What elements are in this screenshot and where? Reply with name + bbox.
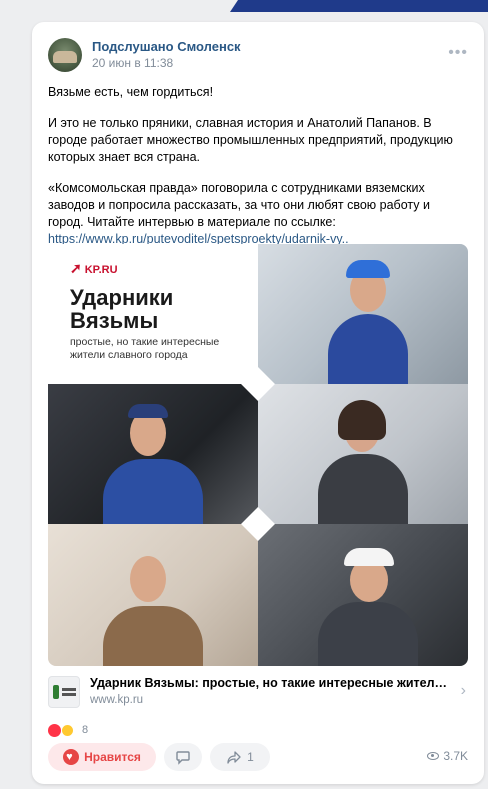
like-heart-icon <box>63 749 80 765</box>
snippet-domain: www.kp.ru <box>90 694 144 706</box>
post-card: Подслушано Смоленск 20 июн в 11:38 ••• В… <box>32 22 484 784</box>
group-name-link[interactable]: Подслушано Смоленск <box>92 39 241 54</box>
snippet-thumbnail <box>48 676 80 708</box>
group-avatar[interactable] <box>48 38 82 72</box>
poster-title-tile: ➚ KP.RU Ударники Вязьмы простые, но такие… <box>48 244 258 384</box>
chevron-right-icon[interactable]: › <box>461 682 466 700</box>
post-paragraph: И это не только пряники, славная история… <box>48 116 453 164</box>
share-icon <box>227 751 241 764</box>
like-button[interactable]: Нравится <box>48 743 156 771</box>
photo-worker-1 <box>258 244 468 384</box>
post-image[interactable]: ➚ KP.RU Ударники Вязьмы простые, но такие… <box>48 244 468 666</box>
share-count: 1 <box>247 750 254 764</box>
post-text: Вязьме есть, чем гордиться! И это не тол… <box>48 84 468 248</box>
like-label: Нравится <box>84 750 141 764</box>
poster-title: Ударники Вязьмы <box>70 285 174 333</box>
more-icon[interactable]: ••• <box>448 44 468 62</box>
comment-button[interactable] <box>164 743 202 771</box>
post-paragraph: «Комсомольская правда» поговорила с сотр… <box>48 181 430 229</box>
photo-worker-5 <box>258 524 468 666</box>
top-accent-bar <box>230 0 488 12</box>
reaction-count: 8 <box>82 724 89 736</box>
views-count: 3.7K <box>443 749 468 763</box>
snippet-title[interactable]: Ударник Вязьмы: простые, но такие интере… <box>90 676 450 690</box>
photo-worker-3 <box>258 384 468 524</box>
link-snippet[interactable]: Ударник Вязьмы: простые, но такие интере… <box>48 674 468 710</box>
heart-reaction-icon <box>48 723 61 737</box>
photo-worker-4 <box>48 524 258 666</box>
post-date[interactable]: 20 июн в 11:38 <box>92 56 173 70</box>
photo-worker-2 <box>48 384 258 524</box>
share-button[interactable]: 1 <box>210 743 270 771</box>
post-header: Подслушано Смоленск 20 июн в 11:38 ••• <box>48 38 468 74</box>
comment-icon <box>176 751 190 765</box>
post-actions: Нравится 1 3.7K <box>48 743 468 773</box>
kp-logo: ➚ KP.RU <box>70 260 118 276</box>
poster-subtitle: простые, но такие интересные жители слав… <box>70 336 220 361</box>
laugh-reaction-icon <box>61 723 74 737</box>
post-paragraph: Вязьме есть, чем гордиться! <box>48 85 214 99</box>
views-counter: 3.7K <box>427 749 468 763</box>
reactions-summary[interactable]: 8 <box>48 722 88 738</box>
eye-icon <box>427 752 440 760</box>
